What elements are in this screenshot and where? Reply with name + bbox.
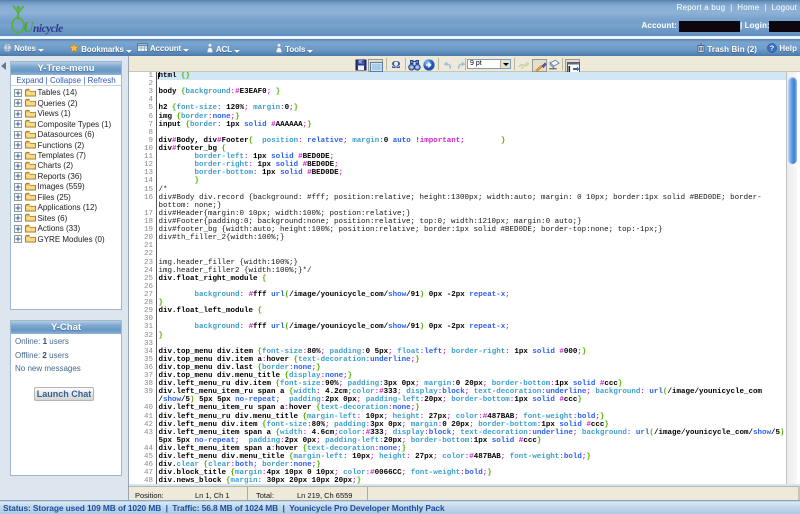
svg-text:?: ? [770,44,775,53]
